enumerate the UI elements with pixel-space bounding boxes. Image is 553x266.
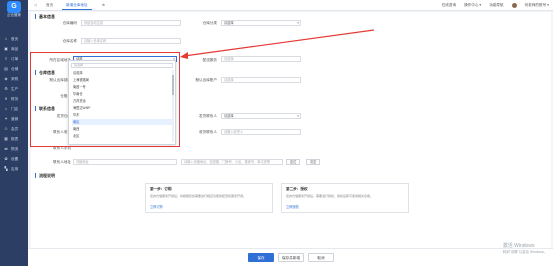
sidebar-item-label: 订单 (11, 56, 19, 61)
shipper-select[interactable]: 请选择 (221, 113, 301, 119)
member-icon: ☺ (4, 126, 9, 131)
sidebar-item-member[interactable]: ☺ 会员 (0, 124, 28, 134)
flow-card-desc: 您的仓储服务开通后，将根据您的需要进行相应功能的配置和服务开通。 (150, 194, 247, 198)
sidebar-item-warehouse[interactable]: ▤ 仓储 (0, 64, 28, 74)
sidebar-item-label: 报表 (11, 136, 19, 141)
warehouse-icon: ▤ (4, 66, 8, 71)
tab-add-button[interactable]: ⊕ (98, 1, 109, 10)
sidebar-item-finance[interactable]: ¥ 财务 (0, 94, 28, 104)
contact-address-input[interactable]: 详细地址 (73, 159, 177, 165)
warehouse-name-input[interactable]: 请输入仓库名称 (81, 38, 181, 44)
report-icon: ▦ (4, 136, 8, 141)
sidebar-item-home[interactable]: ⌂ 首页 (0, 34, 28, 44)
cancel-button[interactable]: 取消 (308, 253, 334, 262)
warehouse-name-label: 仓库名称 (62, 39, 77, 43)
sidebar-item-label: 应用 (11, 166, 19, 171)
sidebar-item-label: 首页 (11, 36, 19, 41)
clear-button[interactable]: 清空 (306, 159, 321, 165)
annotation-arrow-icon (180, 29, 375, 59)
sidebar-item-marketing[interactable]: ✦ 营销 (0, 114, 28, 124)
sidebar-item-label: 门店 (11, 106, 19, 111)
highlight-box (30, 52, 180, 147)
watermark-subtitle: 转到"设置"以激活 Windows。 (502, 250, 547, 254)
flow-card-desc: 您的仓储服务开通后，需要进行授权，授权后即可使用相关功能。 (286, 194, 374, 198)
flow-card-order: 第一步：订购 您的仓储服务开通后，将根据您的需要进行相应功能的配置和服务开通。 … (145, 183, 273, 213)
sidebar-item-store[interactable]: ⌂ 门店 (0, 104, 28, 114)
shipper-label: 发货联系人 (199, 114, 217, 118)
online-consult-link[interactable]: 在线咨询 (442, 3, 456, 8)
user-account-menu[interactable]: 何老师的账号 ▾ (525, 3, 549, 8)
finance-icon: ¥ (4, 96, 8, 101)
function-nav-link[interactable]: 功能导航 (489, 3, 503, 8)
contact-address-label: 联系人地址 (53, 160, 71, 164)
settings-icon: ✿ (4, 156, 8, 161)
sidebar: G 云仓管家 ⌂ 首页 ▣ 商品 ≡ 订单 ▤ 仓储 ◈ 采购 ⚙ 生产 ¥ 财务 ⌂ 门店 ✦… (0, 0, 28, 266)
sidebar-item-label: 生产 (11, 86, 19, 91)
section-flow: 流程说明 (35, 173, 55, 178)
warehouse-code-input[interactable]: 系统自动生成 (81, 20, 181, 26)
home-icon: ⌂ (4, 36, 8, 41)
warehouse-category-label: 仓库分类 (202, 21, 217, 25)
receiver-input[interactable]: 请输入收货人 (221, 129, 301, 135)
sidebar-item-report[interactable]: ▦ 报表 (0, 134, 28, 144)
warehouse-code-label: 仓库编码 (62, 21, 77, 25)
sidebar-item-purchase[interactable]: ◈ 采购 (0, 74, 28, 84)
logo-badge: G (7, 1, 21, 13)
sidebar-item-apps[interactable]: ▚ 应用 (0, 164, 28, 174)
topbar-right: 在线咨询 操作中心 ▾ 功能导航 何老师的账号 ▾ (442, 0, 549, 11)
tab-back-button[interactable]: ◁ (30, 1, 41, 10)
order-icon: ≡ (4, 56, 8, 61)
detail-address-input[interactable]: 请输入详细地址，如道路、门牌号、小区、楼栋号、单元室等 (181, 159, 283, 165)
default-hub-input[interactable]: 请选择 (221, 77, 301, 83)
locate-button[interactable]: 定位 (286, 159, 301, 165)
sidebar-item-label: 财务 (11, 96, 19, 101)
sidebar-item-label: 物流 (11, 146, 19, 151)
order-now-link[interactable]: 立即订购 (150, 204, 163, 209)
tab-home[interactable]: 首页 (42, 1, 57, 10)
sidebar-item-order[interactable]: ≡ 订单 (0, 54, 28, 64)
top-bar: ◁ 首页 新增仓库地址 ⊕ 在线咨询 操作中心 ▾ 功能导航 何老师的账号 ▾ (28, 0, 553, 11)
windows-activation-watermark: 激活 Windows 转到"设置"以激活 Windows。 (503, 243, 547, 255)
logo-name: 云仓管家 (7, 13, 21, 17)
help-center-menu[interactable]: 操作中心 ▾ (464, 3, 481, 8)
flow-card-title: 第二步：授权 (286, 187, 308, 191)
footer-bar: 保存 保存并新增 取消 (28, 248, 553, 266)
receiver-label: 收货联系人 (199, 130, 217, 134)
store-icon: ⌂ (4, 106, 8, 111)
purchase-icon: ◈ (4, 76, 8, 81)
sidebar-item-settings[interactable]: ✿ 设置 (0, 154, 28, 164)
save-button[interactable]: 保存 (248, 253, 274, 262)
sidebar-item-logistics[interactable]: ⇄ 物流 (0, 144, 28, 154)
sidebar-item-label: 设置 (11, 156, 19, 161)
sidebar-item-production[interactable]: ⚙ 生产 (0, 84, 28, 94)
section-basic-info: 基本信息 (35, 14, 55, 19)
production-icon: ⚙ (4, 86, 8, 91)
sidebar-item-label: 会员 (11, 126, 19, 131)
sidebar-item-label: 仓储 (11, 66, 19, 71)
sidebar-item-label: 营销 (11, 116, 19, 121)
logistics-icon: ⇄ (4, 146, 8, 151)
goods-icon: ▣ (4, 46, 8, 51)
warehouse-category-select[interactable]: 请选择 (221, 20, 301, 26)
app-logo[interactable]: G 云仓管家 (4, 1, 24, 19)
sidebar-item-label: 商品 (11, 46, 19, 51)
default-hub-label: 默认出库账户 (195, 78, 217, 82)
tab-new-warehouse-address[interactable]: 新增仓库地址 (62, 1, 92, 10)
marketing-icon: ✦ (4, 116, 8, 121)
sidebar-item-label: 采购 (11, 76, 19, 81)
flow-card-title: 第一步：订购 (150, 187, 172, 191)
save-and-new-button[interactable]: 保存并新增 (278, 253, 304, 262)
apps-icon: ▚ (4, 166, 8, 171)
authorize-now-link[interactable]: 立即授权 (286, 204, 299, 209)
sidebar-item-goods[interactable]: ▣ 商品 (0, 44, 28, 54)
avatar[interactable] (511, 3, 517, 8)
flow-card-authorize: 第二步：授权 您的仓储服务开通后，需要进行授权，授权后即可使用相关功能。 立即授… (281, 183, 409, 213)
